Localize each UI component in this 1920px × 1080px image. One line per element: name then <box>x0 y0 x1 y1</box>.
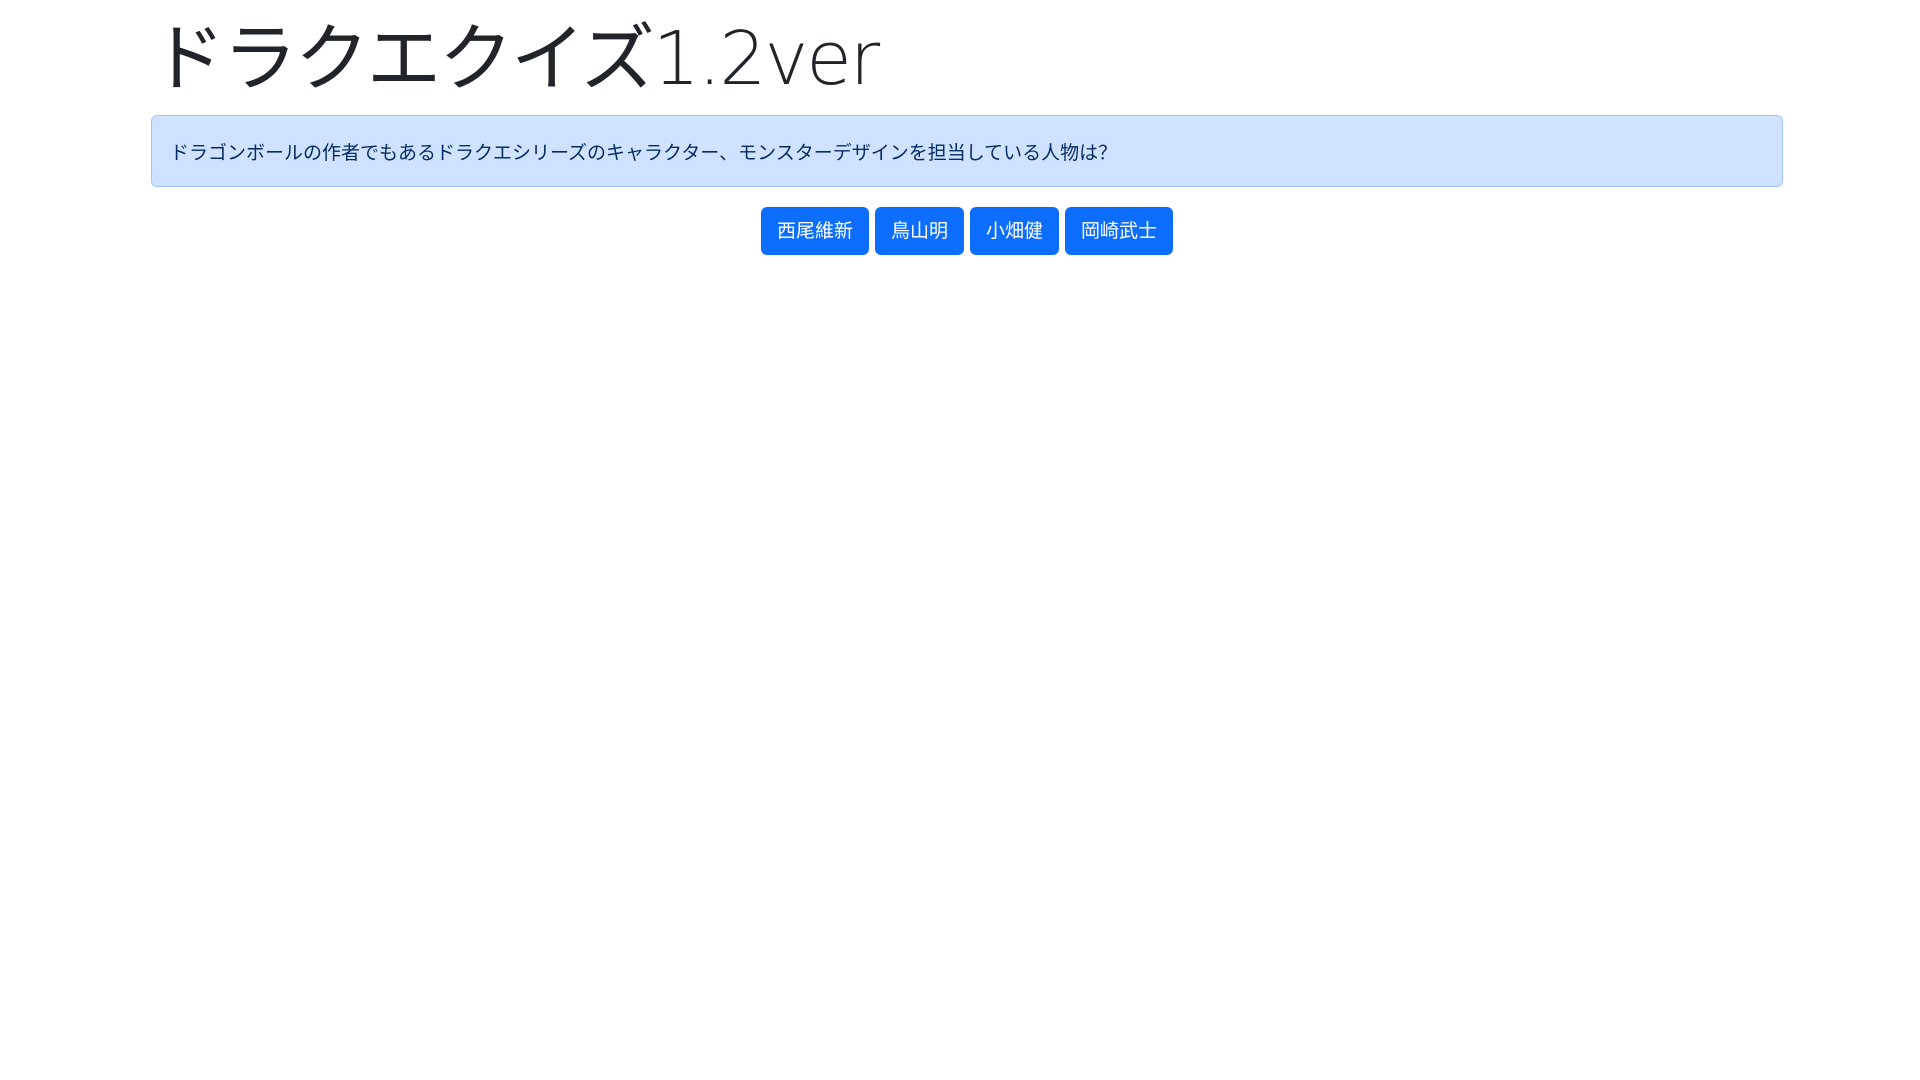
answer-button-3[interactable]: 小畑健 <box>970 207 1060 255</box>
page-title: ドラクエクイズ1.2ver <box>151 16 880 102</box>
quiz-container: ドラクエクイズ1.2ver ドラゴンボールの作者でもあるドラクエシリーズのキャラ… <box>151 0 1783 255</box>
answer-button-1[interactable]: 西尾維新 <box>760 207 869 255</box>
answer-button-2[interactable]: 鳥山明 <box>874 207 964 255</box>
answer-button-4[interactable]: 岡崎武士 <box>1065 207 1174 255</box>
question-alert: ドラゴンボールの作者でもあるドラクエシリーズのキャラクター、モンスターデザインを… <box>151 115 1783 187</box>
answer-button-group: 西尾維新 鳥山明 小畑健 岡崎武士 <box>151 207 1783 255</box>
question-text: ドラゴンボールの作者でもあるドラクエシリーズのキャラクター、モンスターデザインを… <box>170 141 1118 164</box>
